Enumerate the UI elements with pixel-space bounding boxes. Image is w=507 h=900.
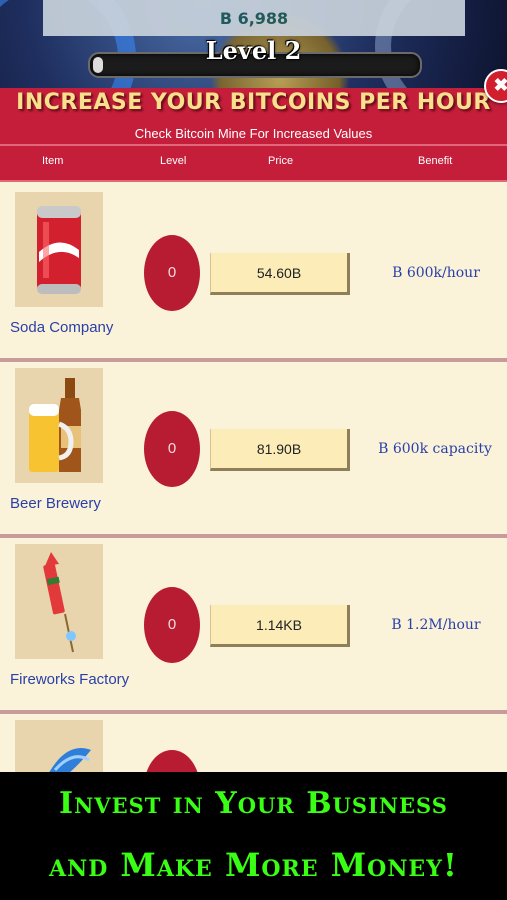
list-item: Soda Company 0 54.60B B 600k/hour xyxy=(0,182,507,362)
promo-line-1: Invest in Your Business xyxy=(59,786,448,821)
close-icon: ✖ xyxy=(493,75,507,95)
list-item xyxy=(0,710,507,772)
item-name: Beer Brewery xyxy=(10,495,101,512)
item-benefit: B 600k capacity xyxy=(378,441,492,457)
item-benefit: B 1.2M/hour xyxy=(391,617,481,633)
promo-line-2: and Make More Money! xyxy=(49,846,458,884)
store-title: INCREASE YOUR BITCOINS PER HOUR xyxy=(16,90,491,115)
column-headers: Item Level Price Benefit xyxy=(0,144,507,183)
store-item-list[interactable]: Soda Company 0 54.60B B 600k/hour Beer B… xyxy=(0,182,507,772)
buy-price-button[interactable]: 81.90B xyxy=(210,429,350,471)
column-header-item: Item xyxy=(42,155,64,167)
item-thumbnail xyxy=(15,720,103,772)
item-level-badge: 0 xyxy=(144,411,200,487)
soda-can-icon xyxy=(37,206,81,294)
beer-icon xyxy=(29,378,81,472)
item-thumbnail xyxy=(15,544,103,659)
item-level-badge: 0 xyxy=(144,235,200,311)
firework-rocket-icon xyxy=(43,552,76,653)
game-hud: B 6,988 Level 2 xyxy=(0,0,507,88)
column-header-level: Level xyxy=(160,155,187,167)
balance-value: B 6,988 xyxy=(219,8,289,28)
buy-price-button[interactable]: 54.60B xyxy=(210,253,350,295)
item-name: Soda Company xyxy=(10,319,114,336)
promo-banner: Invest in Your Business and Make More Mo… xyxy=(0,772,507,900)
item-thumbnail xyxy=(15,192,103,307)
store-subtitle: Check Bitcoin Mine For Increased Values xyxy=(134,126,373,141)
balance-panel: B 6,988 xyxy=(43,0,465,36)
store-header: INCREASE YOUR BITCOINS PER HOUR Check Bi… xyxy=(0,88,507,183)
item-thumbnail xyxy=(15,368,103,483)
item-name: Fireworks Factory xyxy=(10,671,130,688)
item-benefit: B 600k/hour xyxy=(392,265,480,281)
column-header-benefit: Benefit xyxy=(418,155,453,167)
item-level-badge: 0 xyxy=(144,587,200,663)
blue-item-icon xyxy=(49,748,91,772)
list-item: Fireworks Factory 0 1.14KB B 1.2M/hour xyxy=(0,534,507,714)
column-header-price: Price xyxy=(268,155,294,167)
item-level-badge xyxy=(144,750,200,772)
buy-price-button[interactable]: 1.14KB xyxy=(210,605,350,647)
list-item: Beer Brewery 0 81.90B B 600k capacity xyxy=(0,358,507,538)
level-label: Level 2 xyxy=(205,36,302,65)
